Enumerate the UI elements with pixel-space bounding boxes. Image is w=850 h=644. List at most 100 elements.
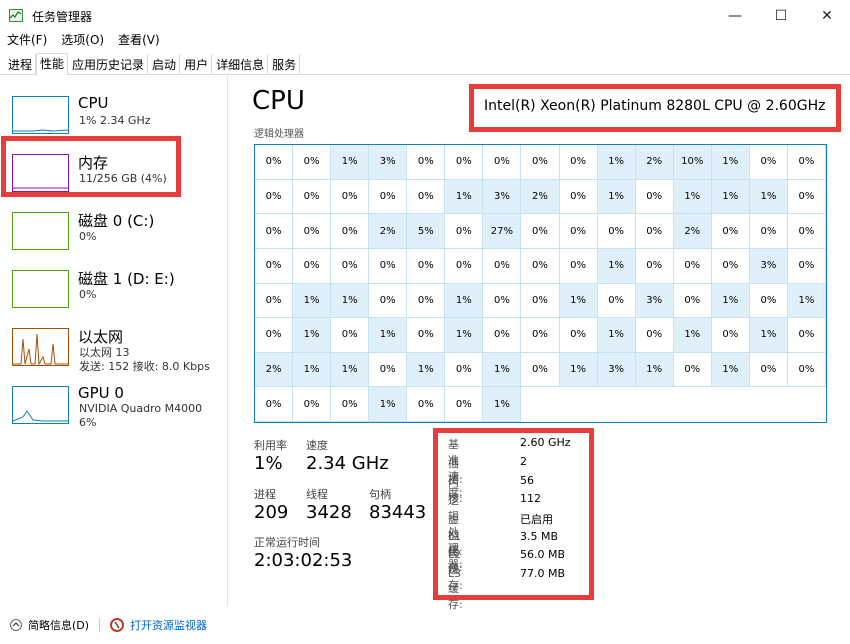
tab-details[interactable]: 详细信息 bbox=[212, 54, 269, 75]
processor-cell: 1% bbox=[597, 145, 636, 180]
processor-cell: 0% bbox=[673, 248, 712, 284]
processor-cell: 2% bbox=[635, 145, 674, 180]
utilization-value: 1% bbox=[254, 453, 283, 474]
task-manager-icon bbox=[8, 8, 24, 24]
processor-cell: 0% bbox=[711, 214, 750, 249]
processor-cell: 0% bbox=[787, 352, 826, 388]
processor-cell: 0% bbox=[407, 179, 446, 215]
processor-cell: 2% bbox=[521, 179, 560, 215]
chevron-up-icon[interactable] bbox=[10, 619, 22, 631]
close-button[interactable]: ✕ bbox=[804, 0, 850, 32]
processor-cell: 0% bbox=[559, 145, 598, 180]
gpu-mini-graph bbox=[12, 386, 69, 424]
processor-cell: 0% bbox=[293, 214, 332, 249]
processor-cell: 0% bbox=[635, 179, 674, 215]
processor-cell: 0% bbox=[255, 214, 294, 249]
processor-cell: 3% bbox=[635, 283, 674, 319]
processor-cell: 0% bbox=[445, 352, 484, 388]
processor-cell: 1% bbox=[445, 318, 484, 353]
processor-cell: 0% bbox=[445, 145, 484, 180]
sidebar-item-gpu[interactable]: GPU 0 NVIDIA Quadro M4000 6% bbox=[0, 370, 228, 430]
processor-cell: 0% bbox=[521, 248, 560, 284]
processor-cell: 1% bbox=[635, 352, 674, 388]
tab-performance[interactable]: 性能 bbox=[36, 53, 69, 75]
processor-cell: 0% bbox=[331, 214, 370, 249]
processor-cell: 0% bbox=[673, 283, 712, 319]
processor-cell: 0% bbox=[787, 318, 826, 353]
processor-cell: 0% bbox=[293, 248, 332, 284]
sidebar-item-value: 0% bbox=[79, 230, 97, 243]
processor-cell: 1% bbox=[673, 318, 712, 353]
menu-options[interactable]: 选项(O) bbox=[54, 31, 111, 51]
processor-cell: 2% bbox=[673, 214, 712, 249]
ethernet-mini-graph bbox=[12, 328, 69, 366]
processes-value: 209 bbox=[254, 502, 289, 523]
tab-startup[interactable]: 启动 bbox=[148, 54, 181, 75]
tab-services[interactable]: 服务 bbox=[268, 54, 301, 75]
processor-cell: 1% bbox=[559, 352, 598, 388]
processor-cell: 1% bbox=[711, 352, 750, 388]
processor-cell: 0% bbox=[255, 248, 294, 284]
tab-users[interactable]: 用户 bbox=[180, 54, 213, 75]
sidebar-item-label: 磁盘 0 (C:) bbox=[78, 212, 155, 230]
sidebar-item-cpu[interactable]: CPU 1% 2.34 GHz bbox=[0, 80, 228, 140]
processor-cell: 0% bbox=[559, 179, 598, 215]
processor-cell: 0% bbox=[255, 387, 294, 422]
uptime-value: 2:03:02:53 bbox=[254, 550, 353, 571]
menu-view[interactable]: 查看(V) bbox=[111, 31, 167, 51]
processor-cell: 1% bbox=[597, 179, 636, 215]
processor-cell: 1% bbox=[597, 248, 636, 284]
processor-cell: 1% bbox=[483, 352, 522, 388]
threads-value: 3428 bbox=[306, 502, 352, 523]
processor-cell: 0% bbox=[407, 145, 446, 180]
logical-processors-label: 逻辑处理器 bbox=[254, 129, 304, 140]
processor-cell: 1% bbox=[407, 352, 446, 388]
tab-app-history[interactable]: 应用历史记录 bbox=[68, 54, 149, 75]
processor-cell: 0% bbox=[445, 387, 484, 422]
processor-cell: 0% bbox=[369, 179, 408, 215]
processor-cell: 0% bbox=[483, 318, 522, 353]
processor-cell: 0% bbox=[369, 283, 408, 319]
processor-cell: 0% bbox=[407, 318, 446, 353]
processor-cell: 0% bbox=[559, 248, 598, 284]
tab-processes[interactable]: 进程 bbox=[4, 54, 37, 75]
open-resource-monitor-link[interactable]: 打开资源监视器 bbox=[130, 617, 207, 633]
window-title: 任务管理器 bbox=[32, 9, 93, 24]
speed-value: 2.34 GHz bbox=[306, 453, 389, 474]
processor-cell: 0% bbox=[711, 248, 750, 284]
details-highlight-box bbox=[433, 428, 594, 600]
processes-label: 进程 bbox=[254, 488, 276, 501]
processor-cell: 0% bbox=[787, 145, 826, 180]
processor-cell: 2% bbox=[369, 214, 408, 249]
memory-highlight-box bbox=[1, 136, 181, 197]
handles-label: 句柄 bbox=[369, 488, 391, 501]
processor-cell: 1% bbox=[483, 387, 522, 422]
processor-cell: 1% bbox=[331, 145, 370, 180]
disk-0-mini-graph bbox=[12, 212, 69, 250]
sidebar-item-value: 1% 2.34 GHz bbox=[79, 114, 151, 127]
threads-label: 线程 bbox=[306, 488, 328, 501]
menu-file[interactable]: 文件(F) bbox=[0, 31, 54, 51]
processor-cell: 0% bbox=[559, 214, 598, 249]
sidebar-item-ethernet[interactable]: 以太网 以太网 13 发送: 152 接收: 8.0 Kbps bbox=[0, 312, 228, 373]
maximize-button[interactable]: ☐ bbox=[758, 0, 804, 32]
processor-cell: 1% bbox=[293, 352, 332, 388]
processor-cell: 0% bbox=[787, 214, 826, 249]
processor-cell: 0% bbox=[787, 248, 826, 284]
utilization-label: 利用率 bbox=[254, 439, 287, 452]
sidebar-item-disk-1[interactable]: 磁盘 1 (D: E:) 0% bbox=[0, 254, 228, 314]
sidebar-item-label: GPU 0 bbox=[78, 384, 124, 402]
sidebar-item-disk-0[interactable]: 磁盘 0 (C:) 0% bbox=[0, 196, 228, 256]
minimize-button[interactable]: — bbox=[712, 0, 758, 32]
processor-cell: 0% bbox=[749, 145, 788, 180]
processor-cell: 1% bbox=[711, 283, 750, 319]
processor-cell: 0% bbox=[521, 318, 560, 353]
processor-cell: 1% bbox=[369, 387, 408, 422]
fewer-details-link[interactable]: 简略信息(D) bbox=[28, 617, 89, 633]
sidebar-item-label: 磁盘 1 (D: E:) bbox=[78, 270, 175, 288]
processor-cell: 1% bbox=[749, 318, 788, 353]
processor-cell: 2% bbox=[255, 352, 294, 388]
processor-cell: 0% bbox=[521, 352, 560, 388]
page-title: CPU bbox=[252, 86, 305, 116]
processor-cell: 1% bbox=[369, 318, 408, 353]
